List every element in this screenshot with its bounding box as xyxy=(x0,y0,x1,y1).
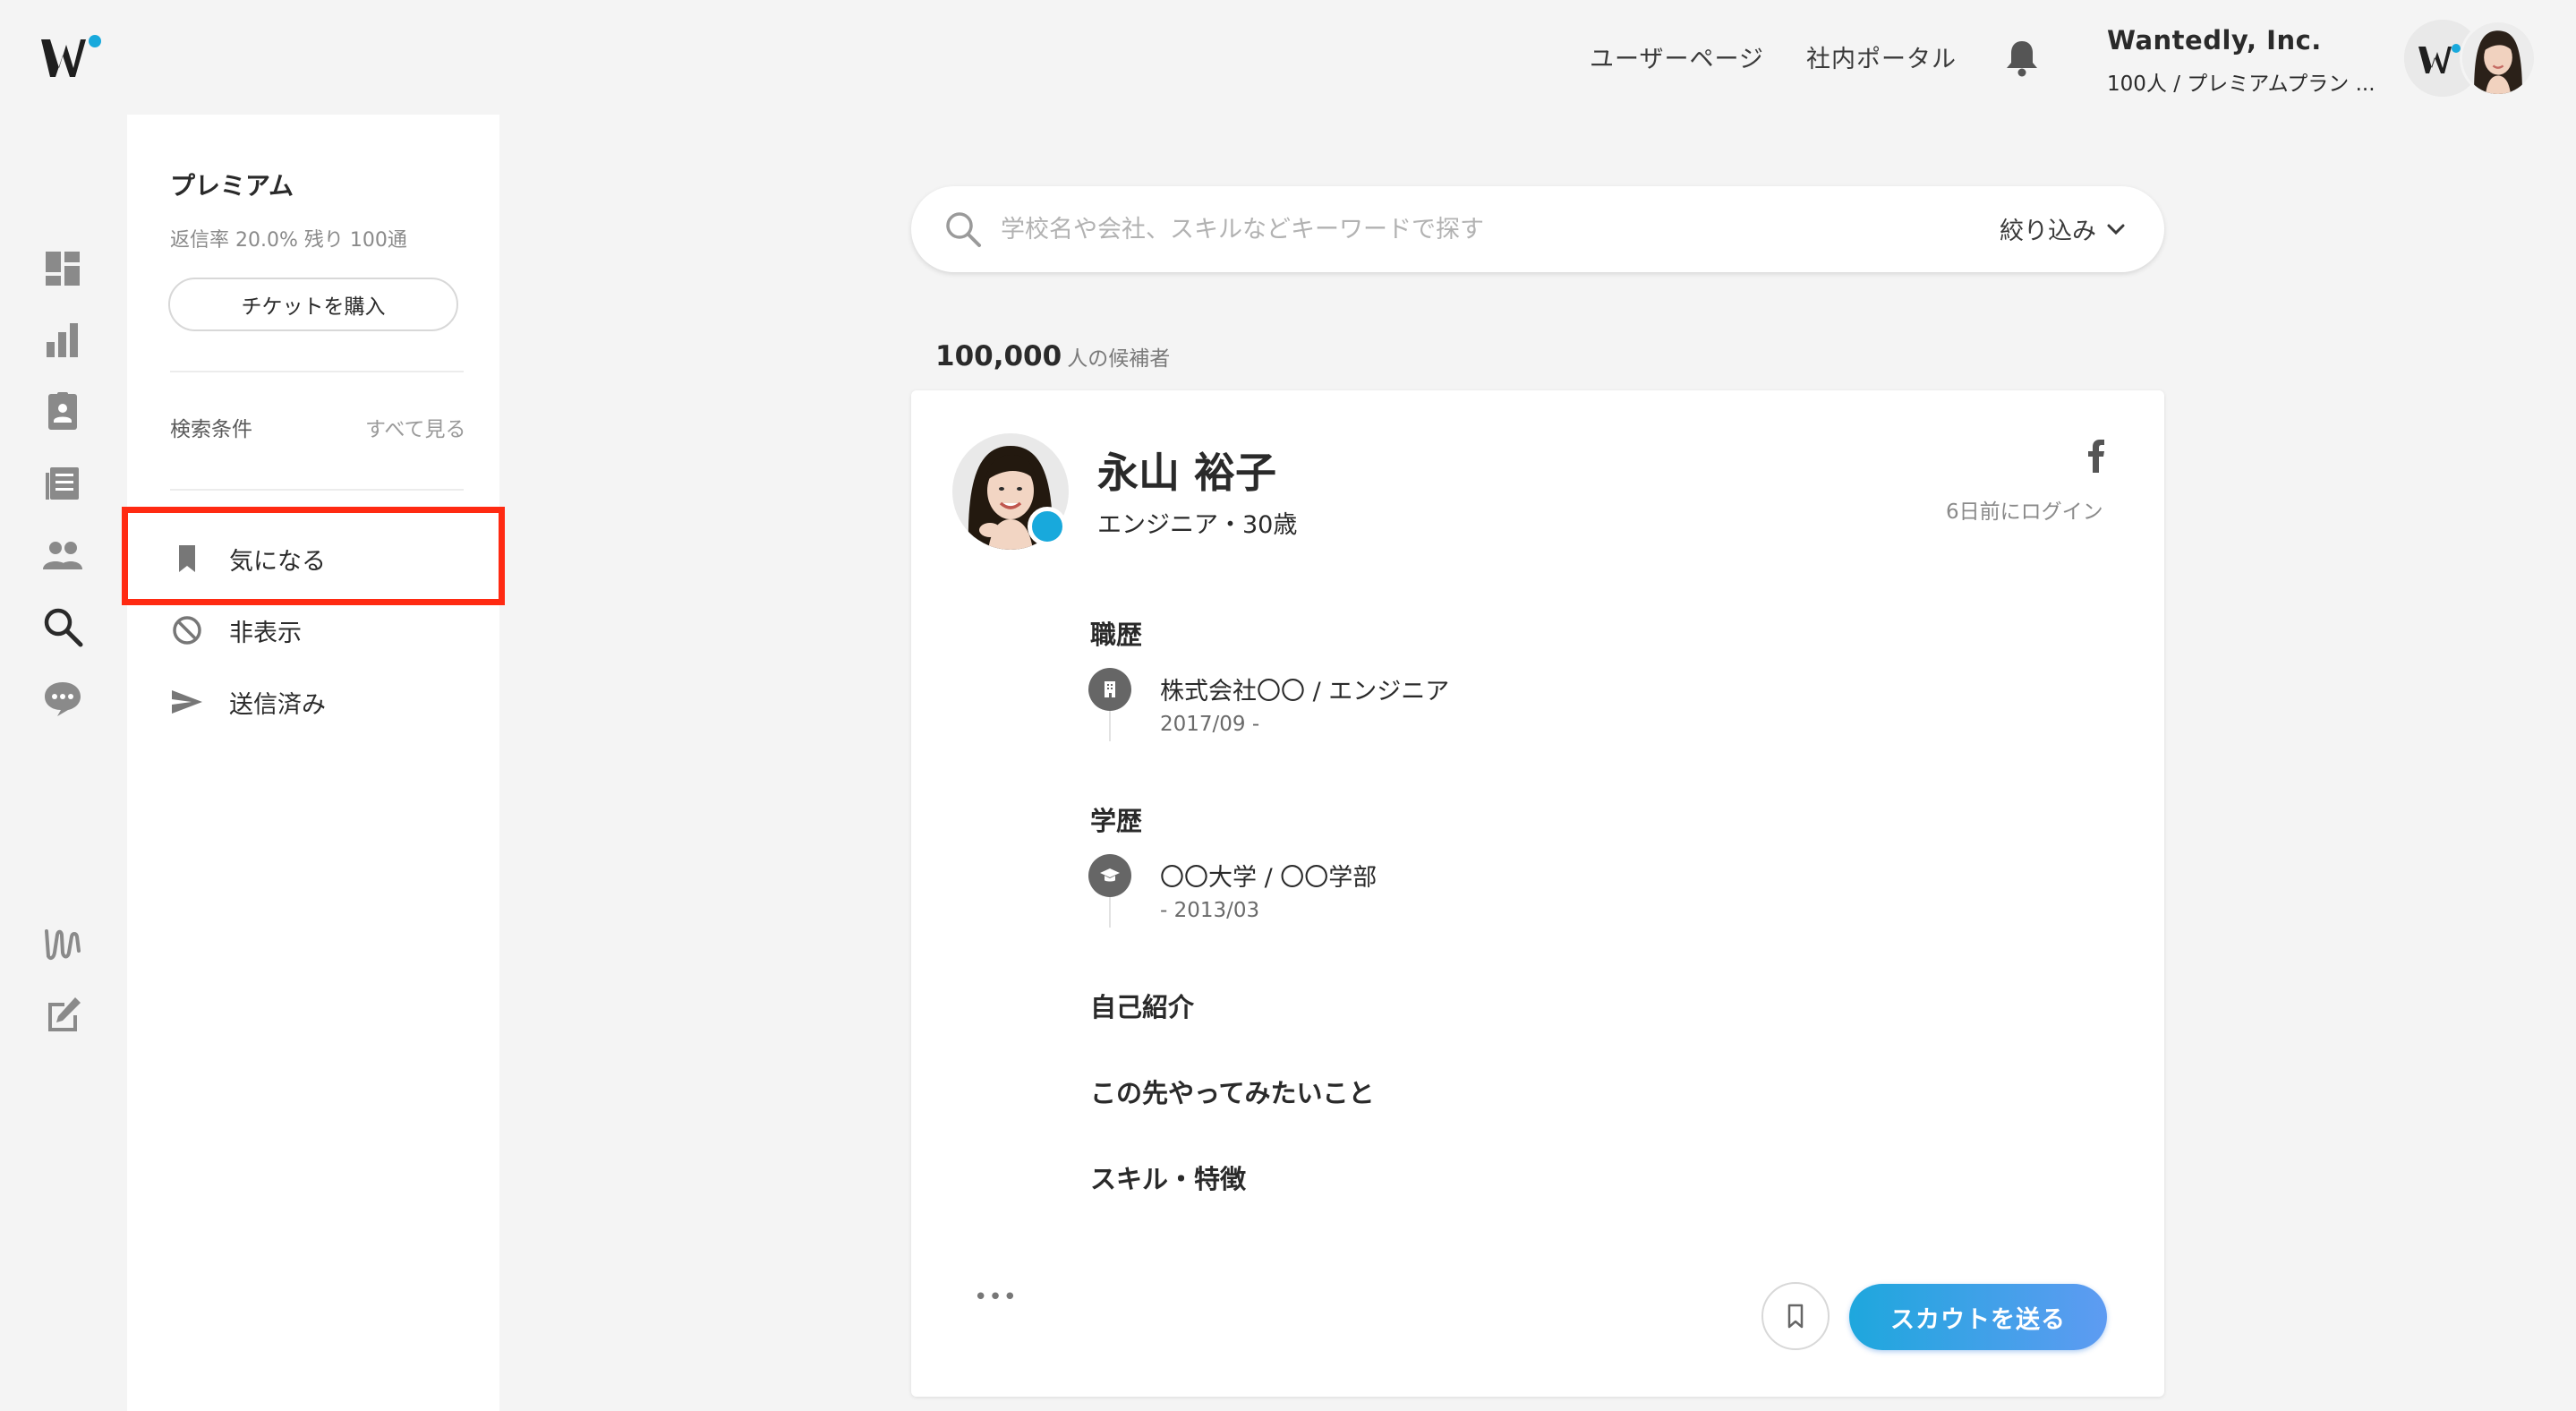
edit-icon[interactable] xyxy=(41,994,84,1037)
education-section-title: 学歴 xyxy=(1090,806,1143,836)
result-count: 100,000 人の候補者 xyxy=(935,340,1170,372)
candidate-name[interactable]: 永山 裕子 xyxy=(1097,440,1276,500)
more-options-button[interactable]: ••• xyxy=(974,1284,1018,1311)
hide-icon xyxy=(170,613,204,647)
top-header: ユーザーページ 社内ポータル Wantedly, Inc. 100人 / プレミ… xyxy=(0,0,2576,113)
bookmark-icon xyxy=(170,542,204,576)
filter-label: 絞り込み xyxy=(2000,218,2096,245)
company-name: Wantedly, Inc. xyxy=(2107,25,2322,56)
chat-icon[interactable] xyxy=(41,677,84,720)
wantedly-script-icon[interactable] xyxy=(41,922,84,965)
company-info[interactable]: Wantedly, Inc. 100人 / プレミアムプラン ... xyxy=(2107,25,2393,97)
graduation-cap-icon xyxy=(1088,854,1131,897)
facebook-icon[interactable] xyxy=(2084,437,2109,473)
divider xyxy=(170,371,464,372)
search-bar: 絞り込み xyxy=(911,186,2164,272)
buy-ticket-button[interactable]: チケットを購入 xyxy=(168,278,458,331)
company-plan: 100人 / プレミアムプラン ... xyxy=(2107,73,2376,96)
see-all-link[interactable]: すべて見る xyxy=(365,412,465,442)
filter-button[interactable]: 絞り込み xyxy=(2000,211,2128,246)
career-entry-date: 2017/09 - xyxy=(1160,713,1260,736)
candidate-card: 永山 裕子 エンジニア・30歳 6日前にログイン 職歴 株式会社〇〇 / エンジ… xyxy=(911,390,2164,1397)
sidebar-item-label: 気になる xyxy=(229,547,326,576)
user-avatar[interactable] xyxy=(2460,20,2537,97)
send-scout-button[interactable]: スカウトを送る xyxy=(1849,1284,2107,1350)
nav-portal-link[interactable]: 社内ポータル xyxy=(1806,39,1957,74)
plan-title: プレミアム xyxy=(170,171,294,201)
online-status-dot xyxy=(1028,507,1067,546)
career-section-title: 職歴 xyxy=(1090,620,1143,650)
sidebar-item-hidden[interactable]: 非表示 xyxy=(170,605,302,655)
intro-section-title: 自己紹介 xyxy=(1090,992,1195,1022)
nav-user-page-link[interactable]: ユーザーページ xyxy=(1590,39,1764,74)
future-section-title: この先やってみたいこと xyxy=(1090,1078,1375,1108)
search-icon xyxy=(942,208,985,251)
bookmark-outline-icon xyxy=(1787,1304,1804,1329)
career-entry-title: 株式会社〇〇 / エンジニア xyxy=(1160,678,1450,706)
people-icon[interactable] xyxy=(41,534,84,577)
result-count-unit: 人の候補者 xyxy=(1067,347,1171,371)
search-input[interactable] xyxy=(1001,206,1941,252)
sidebar-item-label: 非表示 xyxy=(229,619,302,647)
send-icon xyxy=(170,685,204,719)
chart-icon[interactable] xyxy=(41,319,84,362)
chevron-down-icon xyxy=(2107,224,2125,235)
candidate-role: エンジニア・30歳 xyxy=(1097,511,1298,539)
bookmark-button[interactable] xyxy=(1761,1282,1830,1350)
skills-section-title: スキル・特徴 xyxy=(1090,1164,1247,1194)
bell-icon[interactable] xyxy=(2003,38,2041,77)
article-icon[interactable] xyxy=(41,462,84,505)
sidebar-item-sent[interactable]: 送信済み xyxy=(170,677,326,727)
dashboard-icon[interactable] xyxy=(41,247,84,290)
education-entry-date: - 2013/03 xyxy=(1160,899,1260,922)
wantedly-logo[interactable] xyxy=(39,32,106,82)
sidebar-item-bookmarked[interactable]: 気になる xyxy=(170,534,326,584)
education-entry-title: 〇〇大学 / 〇〇学部 xyxy=(1160,864,1378,892)
last-login: 6日前にログイン xyxy=(1946,500,2103,524)
divider xyxy=(170,489,464,491)
search-icon[interactable] xyxy=(41,605,84,648)
app-root: ユーザーページ 社内ポータル Wantedly, Inc. 100人 / プレミ… xyxy=(0,0,2576,1411)
sub-sidebar: プレミアム 返信率 20.0% 残り 100通 チケットを購入 検索条件 すべて… xyxy=(127,115,499,1411)
search-conditions-label: 検索条件 xyxy=(170,418,252,441)
sidebar-item-label: 送信済み xyxy=(229,690,326,719)
result-count-number: 100,000 xyxy=(935,340,1062,372)
plan-stats: 返信率 20.0% 残り 100通 xyxy=(170,229,407,252)
building-icon xyxy=(1088,668,1131,711)
profile-card-icon[interactable] xyxy=(41,390,84,433)
